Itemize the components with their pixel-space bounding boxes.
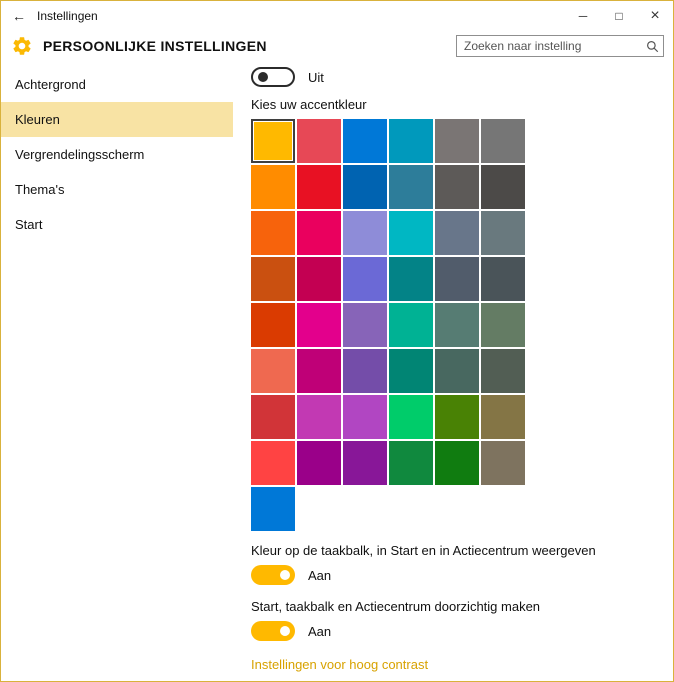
accent-color-swatch-37[interactable] xyxy=(251,395,295,439)
accent-color-swatch-20[interactable] xyxy=(297,257,341,301)
auto-accent-toggle-row: Uit xyxy=(251,67,673,87)
search-icon[interactable] xyxy=(641,36,663,56)
toggle-knob xyxy=(258,72,268,82)
accent-color-swatch-10[interactable] xyxy=(389,165,433,209)
accent-color-swatch-38[interactable] xyxy=(297,395,341,439)
auto-accent-toggle-label: Uit xyxy=(308,69,324,85)
accent-color-swatch-17[interactable] xyxy=(435,211,479,255)
settings-window: ← Instellingen ─ □ × PERSOONLIJKE INSTEL… xyxy=(0,0,674,682)
toggle-knob xyxy=(280,626,290,636)
sidebar-item-kleuren[interactable]: Kleuren xyxy=(1,102,233,137)
content-pane: Uit Kies uw accentkleur Kleur op de taak… xyxy=(233,61,673,681)
accent-color-swatch-14[interactable] xyxy=(297,211,341,255)
transparency-toggle-row: Aan xyxy=(251,621,673,641)
transparency-label: Start, taakbalk en Actiecentrum doorzich… xyxy=(251,599,541,614)
show-color-label: Kleur op de taakbalk, in Start en in Act… xyxy=(251,543,596,558)
accent-color-swatch-45[interactable] xyxy=(343,441,387,485)
show-color-toggle-label: Aan xyxy=(308,567,332,583)
page-title: PERSOONLIJKE INSTELLINGEN xyxy=(43,38,267,54)
caption-buttons: ─ □ × xyxy=(565,1,673,31)
transparency-toggle[interactable] xyxy=(251,621,295,641)
accent-color-swatch-46[interactable] xyxy=(389,441,433,485)
accent-color-swatch-43[interactable] xyxy=(251,441,295,485)
accent-color-swatch-4[interactable] xyxy=(389,119,433,163)
sidebar-item-vergrendelingsscherm[interactable]: Vergrendelingsscherm xyxy=(1,137,233,172)
accent-color-swatch-42[interactable] xyxy=(481,395,525,439)
accent-picker-label: Kies uw accentkleur xyxy=(251,97,367,112)
page-header: PERSOONLIJKE INSTELLINGEN xyxy=(1,31,673,61)
accent-color-grid xyxy=(251,119,525,531)
accent-color-swatch-3[interactable] xyxy=(343,119,387,163)
accent-color-swatch-16[interactable] xyxy=(389,211,433,255)
accent-color-swatch-44[interactable] xyxy=(297,441,341,485)
accent-color-swatch-25[interactable] xyxy=(251,303,295,347)
close-icon: × xyxy=(650,7,660,24)
accent-color-swatch-24[interactable] xyxy=(481,257,525,301)
back-arrow-icon: ← xyxy=(12,8,26,24)
accent-color-swatch-28[interactable] xyxy=(389,303,433,347)
accent-color-swatch-32[interactable] xyxy=(297,349,341,393)
titlebar: ← Instellingen ─ □ × xyxy=(1,1,673,31)
app-body: Achtergrond Kleuren Vergrendelingsscherm Th… xyxy=(1,61,673,681)
accent-color-swatch-26[interactable] xyxy=(297,303,341,347)
accent-color-swatch-29[interactable] xyxy=(435,303,479,347)
show-color-toggle[interactable] xyxy=(251,565,295,585)
search-box xyxy=(456,35,664,57)
accent-color-swatch-30[interactable] xyxy=(481,303,525,347)
search-input[interactable] xyxy=(457,39,641,53)
accent-color-swatch-21[interactable] xyxy=(343,257,387,301)
back-button[interactable]: ← xyxy=(1,1,37,31)
accent-color-swatch-13[interactable] xyxy=(251,211,295,255)
accent-color-swatch-19[interactable] xyxy=(251,257,295,301)
accent-color-swatch-31[interactable] xyxy=(251,349,295,393)
auto-accent-toggle[interactable] xyxy=(251,67,295,87)
accent-color-swatch-34[interactable] xyxy=(389,349,433,393)
accent-color-swatch-41[interactable] xyxy=(435,395,479,439)
window-title: Instellingen xyxy=(37,9,98,23)
accent-color-swatch-49[interactable] xyxy=(251,487,295,531)
high-contrast-settings-link[interactable]: Instellingen voor hoog contrast xyxy=(251,657,428,672)
accent-color-swatch-7[interactable] xyxy=(251,165,295,209)
accent-color-swatch-9[interactable] xyxy=(343,165,387,209)
maximize-icon: □ xyxy=(615,9,623,23)
close-button[interactable]: × xyxy=(637,1,673,31)
maximize-button[interactable]: □ xyxy=(601,1,637,31)
accent-color-swatch-47[interactable] xyxy=(435,441,479,485)
accent-color-swatch-22[interactable] xyxy=(389,257,433,301)
minimize-button[interactable]: ─ xyxy=(565,1,601,31)
accent-color-swatch-48[interactable] xyxy=(481,441,525,485)
accent-color-swatch-39[interactable] xyxy=(343,395,387,439)
accent-color-swatch-1[interactable] xyxy=(251,119,295,163)
accent-color-swatch-12[interactable] xyxy=(481,165,525,209)
minimize-icon: ─ xyxy=(578,9,588,23)
accent-color-swatch-15[interactable] xyxy=(343,211,387,255)
accent-color-swatch-23[interactable] xyxy=(435,257,479,301)
accent-color-swatch-11[interactable] xyxy=(435,165,479,209)
accent-color-swatch-33[interactable] xyxy=(343,349,387,393)
accent-color-swatch-6[interactable] xyxy=(481,119,525,163)
sidebar-item-start[interactable]: Start xyxy=(1,207,233,242)
transparency-toggle-label: Aan xyxy=(308,623,332,639)
accent-color-swatch-36[interactable] xyxy=(481,349,525,393)
settings-gear-icon xyxy=(10,34,34,58)
accent-color-swatch-8[interactable] xyxy=(297,165,341,209)
accent-color-swatch-35[interactable] xyxy=(435,349,479,393)
accent-color-swatch-2[interactable] xyxy=(297,119,341,163)
accent-color-swatch-40[interactable] xyxy=(389,395,433,439)
sidebar-item-achtergrond[interactable]: Achtergrond xyxy=(1,67,233,102)
sidebar-item-thema-s[interactable]: Thema's xyxy=(1,172,233,207)
show-color-toggle-row: Aan xyxy=(251,565,673,585)
accent-color-swatch-5[interactable] xyxy=(435,119,479,163)
toggle-knob xyxy=(280,570,290,580)
accent-color-swatch-18[interactable] xyxy=(481,211,525,255)
sidebar-nav: Achtergrond Kleuren Vergrendelingsscherm Th… xyxy=(1,61,233,681)
accent-color-swatch-27[interactable] xyxy=(343,303,387,347)
